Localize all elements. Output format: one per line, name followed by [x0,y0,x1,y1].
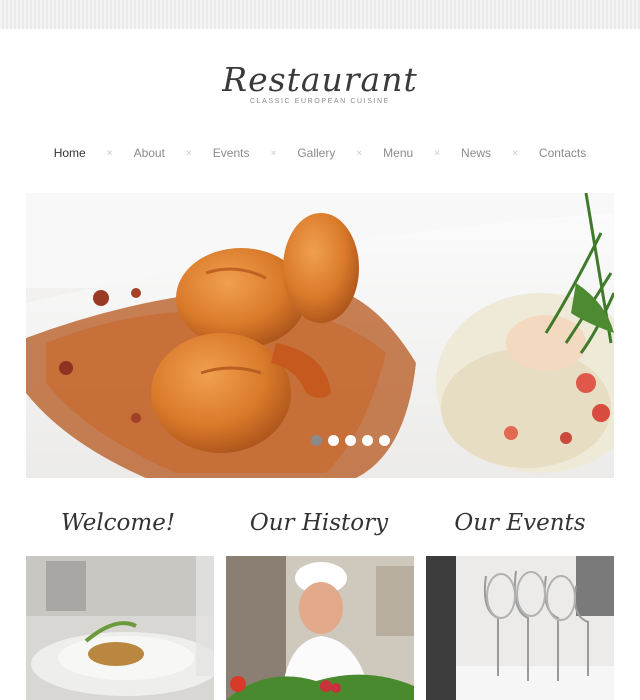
logo-title: Restaurant [222,60,418,99]
main-nav: Home × About × Events × Gallery × Menu ×… [0,143,640,163]
nav-item-news[interactable]: News [461,146,491,160]
history-image[interactable] [226,556,414,700]
nav-separator: × [270,147,277,159]
nav-item-events[interactable]: Events [213,146,250,160]
slider-dot[interactable] [327,435,339,446]
nav-separator: × [185,147,192,159]
logo-tagline: CLASSIC EUROPEAN CUISINE [250,98,390,105]
slider-dot[interactable] [344,435,356,446]
events-image[interactable] [426,556,614,700]
welcome-image[interactable] [26,556,214,700]
nav-separator: × [434,147,441,159]
nav-item-home[interactable]: Home [54,146,86,160]
slider-dots [56,435,614,446]
section-title-welcome: Welcome! [60,510,176,536]
slider-dot[interactable] [361,435,373,446]
slider-dot[interactable] [378,435,390,446]
slider-dot[interactable] [310,435,322,446]
nav-item-gallery[interactable]: Gallery [297,146,335,160]
nav-item-menu[interactable]: Menu [383,146,413,160]
section-title-history: Our History [249,510,389,536]
nav-item-about[interactable]: About [134,146,165,160]
nav-separator: × [356,147,363,159]
hero-slider[interactable] [26,193,614,478]
nav-separator: × [512,147,518,159]
nav-item-contacts[interactable]: Contacts [539,146,586,160]
top-bar [0,0,640,29]
nav-separator: × [106,147,113,159]
site-logo[interactable]: Restaurant CLASSIC EUROPEAN CUISINE [0,60,640,105]
section-title-events: Our Events [454,510,586,536]
